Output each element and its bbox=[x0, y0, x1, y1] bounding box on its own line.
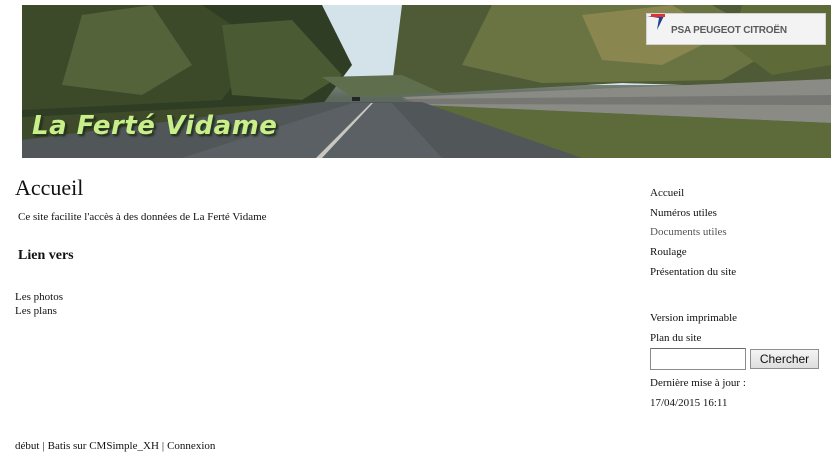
link-list: Les photos Les plans bbox=[15, 290, 63, 318]
footer-separator: | bbox=[42, 440, 45, 452]
footer-link-connexion[interactable]: Connexion bbox=[167, 440, 215, 452]
header-banner: La Ferté Vidame PSA PEUGEOT CITROËN bbox=[22, 5, 831, 158]
logo-text: PSA PEUGEOT CITROËN bbox=[671, 25, 787, 36]
menu-item-documents-utiles[interactable]: Documents utiles bbox=[650, 225, 736, 245]
last-update-label: Dernière mise à jour : bbox=[650, 377, 746, 389]
menu-item-roulage[interactable]: Roulage bbox=[650, 245, 736, 265]
menu-item-presentation[interactable]: Présentation du site bbox=[650, 265, 736, 285]
footer-separator: | bbox=[161, 440, 165, 452]
menu-item-numeros-utiles[interactable]: Numéros utiles bbox=[650, 206, 736, 226]
section-heading: Lien vers bbox=[18, 248, 74, 263]
link-photos[interactable]: Les photos bbox=[15, 290, 63, 304]
sidebar-menu: Accueil Numéros utiles Documents utiles … bbox=[650, 186, 736, 284]
footer-link-cmsimple[interactable]: Batis sur CMSimple_XH bbox=[48, 440, 159, 452]
menu-item-accueil[interactable]: Accueil bbox=[650, 186, 736, 206]
footer-link-debut[interactable]: début bbox=[15, 440, 39, 452]
search-button[interactable]: Chercher bbox=[750, 349, 819, 369]
page-title: Accueil bbox=[15, 175, 84, 200]
site-title: La Ferté Vidame bbox=[32, 111, 278, 141]
intro-text: Ce site facilite l'accès à des données d… bbox=[18, 211, 267, 223]
psa-logo-icon bbox=[647, 14, 665, 30]
print-version-link[interactable]: Version imprimable bbox=[650, 311, 737, 331]
psa-logo: PSA PEUGEOT CITROËN bbox=[646, 13, 826, 45]
link-plans[interactable]: Les plans bbox=[15, 304, 63, 318]
sidebar-tools: Version imprimable Plan du site bbox=[650, 311, 737, 351]
last-update-date: 17/04/2015 16:11 bbox=[650, 397, 728, 409]
search-input[interactable] bbox=[650, 348, 746, 370]
footer: début | Batis sur CMSimple_XH | Connexion bbox=[15, 440, 215, 452]
